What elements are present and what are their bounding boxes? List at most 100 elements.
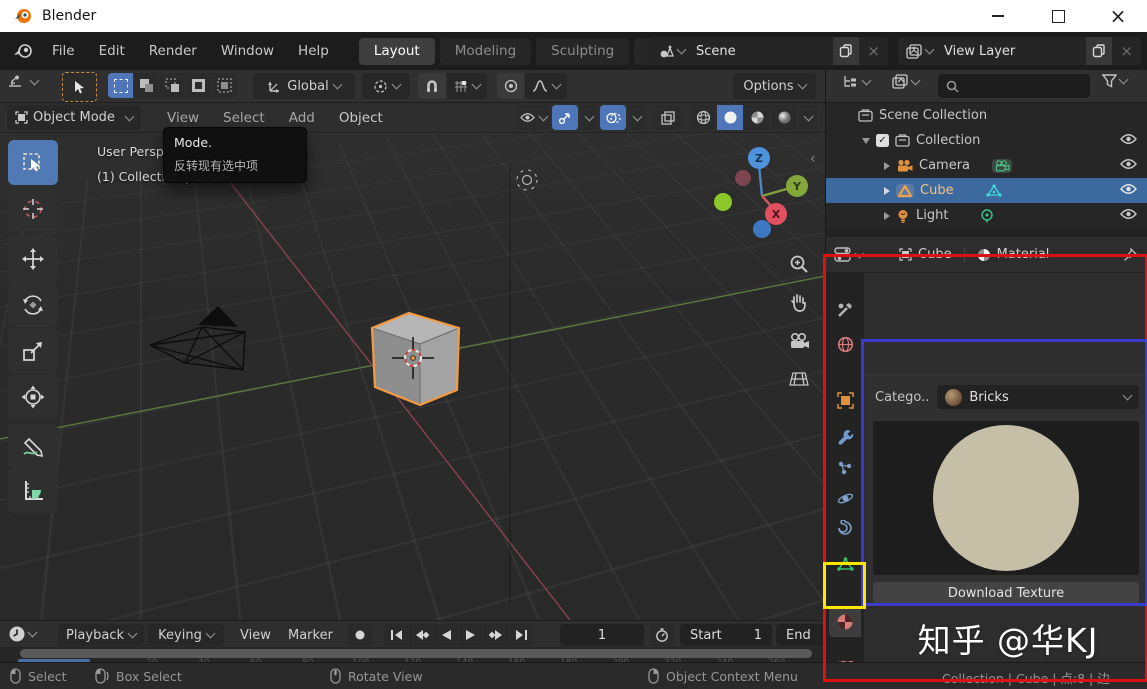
outliner-row-camera[interactable]: Camera <box>826 153 1147 178</box>
tab-particles[interactable] <box>829 453 861 483</box>
blender-app-menu-icon[interactable] <box>12 42 34 60</box>
scene-unlink-button[interactable]: × <box>859 42 888 60</box>
scene-copy-button[interactable] <box>833 37 859 65</box>
tab-object[interactable] <box>829 385 861 415</box>
menu-render[interactable]: Render <box>137 43 209 59</box>
view-layer-copy-button[interactable] <box>1086 37 1112 65</box>
tool-scale[interactable] <box>8 328 58 373</box>
select-mode-invert[interactable] <box>186 73 211 98</box>
start-frame-field[interactable]: Start 1 <box>680 624 772 646</box>
outliner-row-cube-selected[interactable]: Cube <box>826 178 1147 203</box>
breadcrumb-object[interactable]: Cube <box>918 247 952 262</box>
proportional-falloff-dropdown[interactable] <box>525 73 567 99</box>
tab-constraints[interactable] <box>829 513 861 543</box>
keying-dropdown[interactable]: Keying <box>148 624 224 646</box>
maximize-button[interactable] <box>1035 0 1081 32</box>
snap-settings-dropdown[interactable] <box>447 73 487 99</box>
outliner-row-scene-collection[interactable]: Scene Collection <box>826 103 1147 128</box>
disclosure-closed-icon[interactable] <box>884 187 890 195</box>
mesh-data-icon[interactable] <box>986 184 1002 197</box>
view-layer-browse-button[interactable] <box>898 44 938 59</box>
disclosure-closed-icon[interactable] <box>884 212 890 220</box>
workspace-tab-layout[interactable]: Layout <box>359 38 435 65</box>
scene-name[interactable]: Scene <box>690 44 833 59</box>
viewport-menu-view[interactable]: View <box>155 110 211 126</box>
scene-browse-button[interactable] <box>650 44 690 59</box>
hide-toggle[interactable] <box>1120 208 1137 220</box>
next-keyframe-button[interactable] <box>484 624 508 646</box>
pivot-point-dropdown[interactable] <box>362 73 410 99</box>
outliner-editor-type-selector[interactable] <box>842 74 870 90</box>
zoom-view-button[interactable] <box>784 249 814 279</box>
select-mode-subtract[interactable] <box>160 73 185 98</box>
search-input[interactable] <box>965 78 1079 95</box>
tab-physics[interactable] <box>829 483 861 513</box>
camera-view-button[interactable] <box>784 326 814 356</box>
outliner-search[interactable] <box>938 74 1090 98</box>
shading-rendered-button[interactable] <box>771 105 797 130</box>
menu-help[interactable]: Help <box>286 43 341 59</box>
tool-move[interactable] <box>8 236 58 281</box>
select-mode-extend[interactable] <box>134 73 159 98</box>
current-frame-field[interactable]: 1 <box>560 624 644 646</box>
select-mode-set[interactable] <box>108 73 133 98</box>
tool-annotate[interactable] <box>8 424 58 469</box>
tab-world[interactable] <box>829 329 861 359</box>
shading-solid-button[interactable] <box>717 105 743 130</box>
shading-dropdown[interactable] <box>799 105 817 130</box>
disclosure-closed-icon[interactable] <box>884 162 890 170</box>
view-layer-selector[interactable]: View Layer × <box>898 37 1141 65</box>
outliner-row-light[interactable]: Light <box>826 203 1147 228</box>
collection-checkbox[interactable]: ✓ <box>876 134 889 147</box>
pin-icon[interactable] <box>1123 248 1137 262</box>
viewport-menu-select[interactable]: Select <box>211 110 277 126</box>
tab-texture[interactable] <box>829 653 861 662</box>
use-preview-range-button[interactable] <box>650 624 674 646</box>
jump-to-end-button[interactable] <box>509 624 533 646</box>
gizmos-dropdown[interactable] <box>580 105 598 130</box>
end-frame-field[interactable]: End <box>776 624 825 646</box>
outliner-row-collection[interactable]: ✓ Collection <box>826 128 1147 153</box>
viewport-menu-add[interactable]: Add <box>277 110 327 126</box>
menu-file[interactable]: File <box>40 43 87 59</box>
prev-keyframe-button[interactable] <box>409 624 433 646</box>
menu-edit[interactable]: Edit <box>87 43 137 59</box>
viewport-3d[interactable]: Object Mode View Select Add Object <box>0 103 825 620</box>
tool-box-select[interactable] <box>8 140 58 185</box>
category-dropdown[interactable]: Bricks <box>937 385 1139 409</box>
breadcrumb-material[interactable]: Material <box>997 247 1050 262</box>
hide-toggle[interactable] <box>1120 133 1137 145</box>
shading-material-button[interactable] <box>744 105 770 130</box>
gizmos-toggle[interactable] <box>552 105 578 130</box>
view-layer-unlink-button[interactable]: × <box>1112 42 1141 60</box>
snap-toggle[interactable] <box>418 73 446 99</box>
xray-toggle[interactable] <box>654 105 682 130</box>
visibility-dropdown[interactable] <box>516 105 550 130</box>
navigation-gizmo[interactable]: Z Y X <box>710 143 820 248</box>
tool-cursor[interactable] <box>8 186 58 231</box>
hide-toggle[interactable] <box>1120 158 1137 170</box>
options-dropdown[interactable]: Options <box>733 73 816 99</box>
proportional-edit-toggle[interactable] <box>497 73 524 99</box>
view-layer-name[interactable]: View Layer <box>938 44 1086 59</box>
playback-dropdown[interactable]: Playback <box>58 624 144 646</box>
pan-view-button[interactable] <box>784 287 814 317</box>
properties-editor-type-selector[interactable] <box>834 247 863 262</box>
camera-data-icon[interactable] <box>992 159 1012 173</box>
shading-wireframe-button[interactable] <box>690 105 716 130</box>
workspace-tab-modeling[interactable]: Modeling <box>440 38 531 65</box>
tool-transform[interactable] <box>8 374 58 419</box>
disclosure-open-icon[interactable] <box>862 138 870 144</box>
auto-keying-button[interactable] <box>348 624 372 646</box>
toggle-ortho-button[interactable] <box>784 364 814 394</box>
hide-toggle[interactable] <box>1120 183 1137 195</box>
active-tool-button[interactable] <box>62 72 97 102</box>
workspace-tab-sculpting[interactable]: Sculpting <box>536 38 629 65</box>
outliner-filter-dropdown[interactable] <box>1102 74 1127 88</box>
play-reverse-button[interactable] <box>434 624 458 646</box>
transform-orientation-dropdown[interactable]: Global <box>253 73 355 99</box>
scene-selector[interactable]: Scene × <box>650 37 888 65</box>
overlays-toggle[interactable] <box>600 105 626 130</box>
play-button[interactable] <box>459 624 483 646</box>
outliner-display-mode-dropdown[interactable] <box>892 74 919 89</box>
